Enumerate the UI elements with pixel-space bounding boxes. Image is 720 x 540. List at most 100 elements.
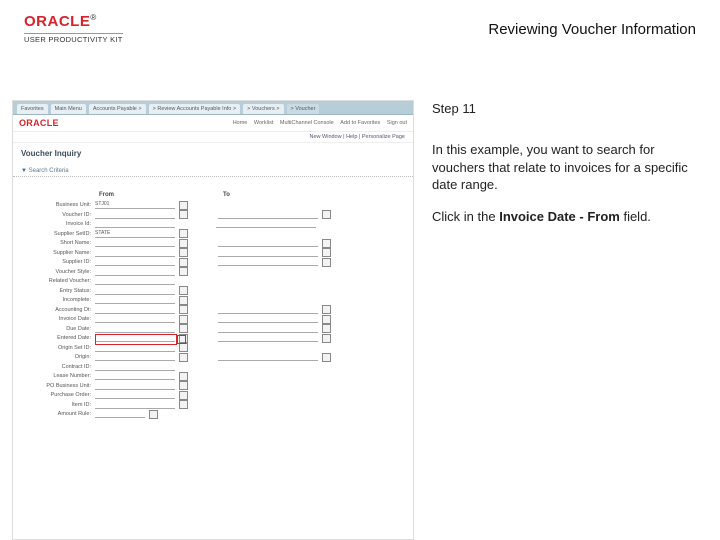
label-item-id: Item ID:: [13, 402, 95, 408]
invoice-date-from[interactable]: [95, 315, 175, 323]
voucher-id-from[interactable]: [95, 211, 175, 219]
calendar-icon[interactable]: [179, 324, 188, 333]
label-invoice-date: Invoice Date:: [13, 316, 95, 322]
link-signout[interactable]: Sign out: [387, 120, 407, 126]
invoice-id-to[interactable]: [216, 220, 316, 228]
entered-date-to[interactable]: [218, 334, 318, 342]
setid-input[interactable]: STATE: [95, 230, 175, 238]
lookup-icon[interactable]: [179, 248, 188, 257]
lookup-icon[interactable]: [322, 248, 331, 257]
page-actions[interactable]: New Window | Help | Personalize Page: [13, 131, 413, 143]
calendar-icon[interactable]: [322, 305, 331, 314]
lookup-icon[interactable]: [179, 381, 188, 390]
dropdown-icon[interactable]: [149, 410, 158, 419]
link-worklist[interactable]: Worklist: [254, 120, 273, 126]
tab-favorites[interactable]: Favorites: [17, 104, 48, 114]
entry-status-select[interactable]: [95, 287, 175, 295]
label-supplier-id: Supplier ID:: [13, 259, 95, 265]
amount-rule-select[interactable]: [95, 410, 145, 418]
breadcrumb-tabs: Favorites Main Menu Accounts Payable > >…: [13, 101, 413, 115]
lease-number-input[interactable]: [95, 372, 175, 380]
brand-tm: ®: [90, 13, 96, 22]
calendar-icon[interactable]: [322, 324, 331, 333]
contract-id-input[interactable]: [95, 363, 175, 371]
item-id-input[interactable]: [95, 401, 175, 409]
dropdown-icon[interactable]: [179, 286, 188, 295]
page-title: Reviewing Voucher Information: [488, 21, 696, 38]
label-supplier-name: Supplier Name:: [13, 250, 95, 256]
instruction-text-2: Click in the Invoice Date - From field.: [432, 208, 708, 226]
tab-voucher[interactable]: > Voucher: [287, 104, 320, 114]
voucher-id-to[interactable]: [218, 211, 318, 219]
incomplete-select[interactable]: [95, 296, 175, 304]
short-name-from[interactable]: [95, 239, 175, 247]
tab-review[interactable]: > Review Accounts Payable Info >: [149, 104, 240, 114]
link-home[interactable]: Home: [233, 120, 248, 126]
tab-vouchers[interactable]: > Vouchers >: [243, 104, 283, 114]
lookup-icon[interactable]: [179, 391, 188, 400]
po-bu-input[interactable]: [95, 382, 175, 390]
lookup-icon[interactable]: [179, 353, 188, 362]
supplier-name-from[interactable]: [95, 249, 175, 257]
dropdown-icon[interactable]: [179, 267, 188, 276]
label-invoice-id: Invoice Id:: [13, 221, 95, 227]
dropdown-icon[interactable]: [179, 296, 188, 305]
bu-input[interactable]: STJ01: [95, 201, 175, 209]
calendar-icon[interactable]: [322, 334, 331, 343]
label-po-bu: PO Business Unit:: [13, 383, 95, 389]
supplier-id-from[interactable]: [95, 258, 175, 266]
link-favorites[interactable]: Add to Favorites: [340, 120, 380, 126]
calendar-icon[interactable]: [179, 305, 188, 314]
label-related-voucher: Related Voucher:: [13, 278, 95, 284]
due-date-to[interactable]: [218, 325, 318, 333]
short-name-to[interactable]: [218, 239, 318, 247]
label-voucher-style: Voucher Style:: [13, 269, 95, 275]
label-short-name: Short Name:: [13, 240, 95, 246]
label-entered-date: Entered Date:: [13, 335, 95, 341]
lookup-icon[interactable]: [322, 258, 331, 267]
origin-setid-input[interactable]: [95, 344, 175, 352]
due-date-from[interactable]: [95, 325, 175, 333]
entered-date-from[interactable]: [95, 334, 175, 342]
search-criteria-header[interactable]: ▼ Search Criteria: [13, 166, 413, 177]
lookup-icon[interactable]: [179, 372, 188, 381]
accounting-dt-to[interactable]: [218, 306, 318, 314]
app-screenshot: Favorites Main Menu Accounts Payable > >…: [12, 100, 414, 540]
label-voucher-id: Voucher ID:: [13, 212, 95, 218]
brand-text: ORACLE: [24, 13, 90, 30]
lookup-icon[interactable]: [179, 210, 188, 219]
calendar-icon[interactable]: [322, 315, 331, 324]
lookup-icon[interactable]: [179, 343, 188, 352]
accounting-dt-from[interactable]: [95, 306, 175, 314]
lookup-icon[interactable]: [322, 353, 331, 362]
origin-from[interactable]: [95, 353, 175, 361]
related-voucher-input[interactable]: [95, 277, 175, 285]
calendar-icon[interactable]: [179, 315, 188, 324]
lookup-icon[interactable]: [322, 210, 331, 219]
screen-title: Voucher Inquiry: [13, 143, 413, 166]
tab-ap[interactable]: Accounts Payable >: [89, 104, 146, 114]
po-input[interactable]: [95, 391, 175, 399]
lookup-icon[interactable]: [179, 229, 188, 238]
voucher-style-select[interactable]: [95, 268, 175, 276]
top-links: Home Worklist MultiChannel Console Add t…: [228, 120, 407, 126]
origin-to[interactable]: [218, 353, 318, 361]
calendar-icon[interactable]: [179, 334, 188, 343]
col-from: From: [99, 192, 183, 198]
link-mcc[interactable]: MultiChannel Console: [280, 120, 334, 126]
supplier-id-to[interactable]: [218, 258, 318, 266]
tab-main-menu[interactable]: Main Menu: [51, 104, 86, 114]
col-to: To: [223, 192, 323, 198]
brand-logo: ORACLE® USER PRODUCTIVITY KIT: [24, 14, 123, 44]
app-logo: ORACLE: [19, 118, 59, 128]
lookup-icon[interactable]: [179, 258, 188, 267]
lookup-icon[interactable]: [179, 239, 188, 248]
label-origin-setid: Origin Set ID:: [13, 345, 95, 351]
lookup-icon[interactable]: [322, 239, 331, 248]
supplier-name-to[interactable]: [218, 249, 318, 257]
lookup-icon[interactable]: [179, 201, 188, 210]
invoice-date-to[interactable]: [218, 315, 318, 323]
step-number: Step 11: [432, 100, 708, 118]
lookup-icon[interactable]: [179, 400, 188, 409]
invoice-id-from[interactable]: [95, 220, 175, 228]
